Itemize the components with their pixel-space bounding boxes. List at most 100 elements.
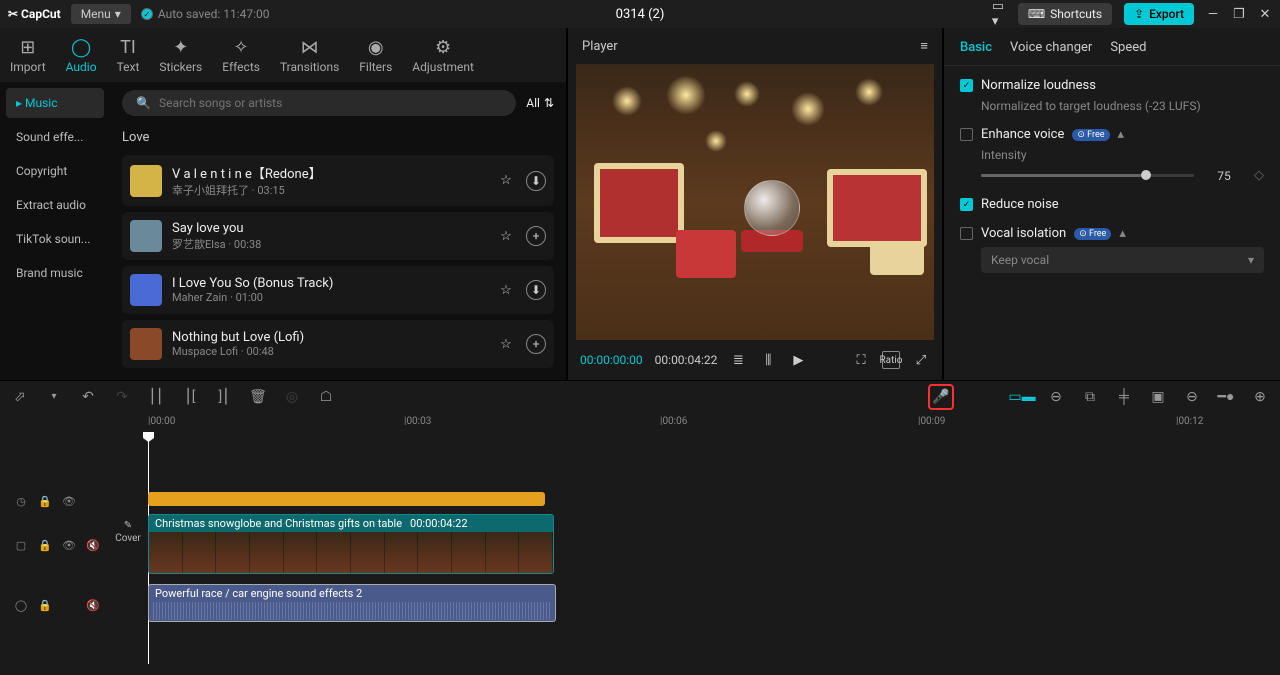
eye-icon[interactable]: 👁 [62,494,76,508]
eye-icon[interactable]: 👁 [62,538,76,552]
download-icon[interactable]: ⬇ [526,171,546,191]
intensity-value: 75 [1204,169,1244,183]
maximize-icon[interactable]: ❐ [1232,7,1246,21]
normalize-checkbox[interactable]: ✓ [960,79,973,92]
minimize-icon[interactable]: — [1206,7,1220,21]
pointer-icon[interactable]: ⬀ [10,387,30,407]
chevron-up-icon[interactable]: ▴ [1119,226,1126,241]
video-track-icon[interactable]: ▢ [14,538,28,552]
preview-viewport[interactable] [576,64,934,340]
tab-text[interactable]: TIText [107,34,150,76]
enhance-row: Enhance voice ⊙ Free ▴ Intensity 75 ◇ [960,127,1264,183]
zoom-slider[interactable]: ━● [1216,387,1236,407]
favorite-icon[interactable]: ☆ [496,171,516,191]
enhance-checkbox[interactable] [960,128,973,141]
favorite-icon[interactable]: ☆ [496,226,516,246]
undo-icon[interactable]: ↶ [78,387,98,407]
add-icon[interactable]: + [526,334,546,354]
play-icon[interactable]: ▶ [789,351,807,369]
favorite-icon[interactable]: ☆ [496,280,516,300]
text-icon: TI [120,36,136,58]
tab-transitions[interactable]: ⋈Transitions [270,34,349,76]
download-icon[interactable]: ⬇ [526,280,546,300]
favorite-icon[interactable]: ☆ [496,334,516,354]
intensity-slider[interactable] [981,174,1194,177]
align-icon[interactable]: ╪ [1114,387,1134,407]
record-voiceover-icon[interactable]: 🎤 [928,384,954,410]
song-list: V a l e n t i n e【Redone】幸子小姐拜托了 · 03:15… [122,155,554,372]
tab-filters[interactable]: ◉Filters [349,34,402,76]
link-icon[interactable]: ⧉ [1080,387,1100,407]
song-row[interactable]: Nothing but Love (Lofi)Muspace Lofi · 00… [122,320,554,368]
close-icon[interactable]: ✕ [1258,7,1272,21]
timeline-ruler[interactable]: |00:00|00:03|00:06|00:09|00:12 [104,412,1280,434]
tab-stickers[interactable]: ✦Stickers [149,34,212,76]
hamburger-icon[interactable]: ≡ [920,38,928,54]
list-icon[interactable]: ≣ [729,351,747,369]
sidebar-item-brand[interactable]: Brand music [6,258,104,288]
sidebar-item-soundeff[interactable]: Sound effe... [6,122,104,152]
lock-icon[interactable]: 🔒 [38,598,52,612]
scan-icon[interactable]: ⛶ [852,351,870,369]
clock-icon[interactable]: ◷ [14,494,28,508]
mute-icon[interactable]: 🔇 [86,598,100,612]
cover-button[interactable]: ✎ Cover [112,520,144,544]
split-right-icon[interactable]: ]⎮ [214,387,234,407]
lock-icon[interactable]: 🔒 [38,538,52,552]
shortcuts-button[interactable]: ⌨Shortcuts [1018,3,1112,25]
chevron-down-icon[interactable]: ▾ [44,387,64,407]
tab-import[interactable]: ⊞Import [0,34,56,76]
overlay-clip[interactable] [148,492,545,506]
export-button[interactable]: ⇪Export [1124,3,1194,25]
reduce-noise-row: ✓ Reduce noise [960,197,1264,212]
lock-icon[interactable]: 🔒 [38,494,52,508]
free-badge: ⊙ Free [1072,129,1109,141]
split-left-icon[interactable]: ⎮[ [180,387,200,407]
search-input[interactable] [159,96,502,110]
keyframe-icon[interactable]: ◇ [1254,168,1264,183]
columns-icon[interactable]: ⫼ [759,351,777,369]
sidebar-item-tiktok[interactable]: TikTok soun... [6,224,104,254]
song-row[interactable]: V a l e n t i n e【Redone】幸子小姐拜托了 · 03:15… [122,155,554,206]
audio-track-icon[interactable]: ◯ [14,598,28,612]
marker-icon[interactable]: ☖ [316,387,336,407]
crop-icon[interactable]: ◎ [282,387,302,407]
delete-icon[interactable]: 🗑 [248,387,268,407]
upload-icon: ⇪ [1134,7,1144,21]
redo-icon[interactable]: ↷ [112,387,132,407]
vocal-checkbox[interactable] [960,227,973,240]
inspector-tab-voice[interactable]: Voice changer [1010,40,1092,55]
preview-axis-icon[interactable]: ▣ [1148,387,1168,407]
chevron-up-icon[interactable]: ▴ [1118,127,1125,142]
inspector-panel: BasicVoice changerSpeed ✓ Normalize loud… [944,28,1280,380]
filter-all-button[interactable]: All ⇅ [526,96,554,110]
inspector-tab-speed[interactable]: Speed [1110,40,1146,55]
tab-effects[interactable]: ✧Effects [212,34,270,76]
zoom-in-icon[interactable]: ⊕ [1250,387,1270,407]
inspector-tab-basic[interactable]: Basic [960,40,992,55]
vocal-select[interactable]: Keep vocal▾ [981,247,1264,273]
video-clip[interactable]: Christmas snowglobe and Christmas gifts … [148,514,554,574]
mute-icon[interactable]: 🔇 [86,538,100,552]
reduce-noise-checkbox[interactable]: ✓ [960,198,973,211]
toggle-thumb-icon[interactable]: ▭▬ [1012,387,1032,407]
song-title: V a l e n t i n e【Redone】 [172,163,486,182]
sidebar-item-extract[interactable]: Extract audio [6,190,104,220]
split-icon[interactable]: ⎮⎮ [146,387,166,407]
menu-button[interactable]: Menu ▾ [71,4,131,24]
tab-audio[interactable]: ◯Audio [56,34,107,76]
ratio-button[interactable]: Ratio [882,351,900,369]
sidebar-item-music[interactable]: Music [6,88,104,118]
sidebar-item-copyright[interactable]: Copyright [6,156,104,186]
search-box[interactable]: 🔍 [122,90,516,116]
song-title: Nothing but Love (Lofi) [172,330,486,345]
zoom-out-icon[interactable]: ⊖ [1182,387,1202,407]
audio-clip[interactable]: Powerful race / car engine sound effects… [148,584,556,622]
add-icon[interactable]: + [526,226,546,246]
song-row[interactable]: I Love You So (Bonus Track)Maher Zain · … [122,266,554,314]
magnet-icon[interactable]: ⊖ [1046,387,1066,407]
layout-icon[interactable]: ▭ ▾ [992,7,1006,21]
fullscreen-icon[interactable]: ⤢ [912,351,930,369]
tab-adjustment[interactable]: ⚙Adjustment [402,34,484,76]
song-row[interactable]: Say love you罗艺歆Elsa · 00:38☆+ [122,212,554,260]
